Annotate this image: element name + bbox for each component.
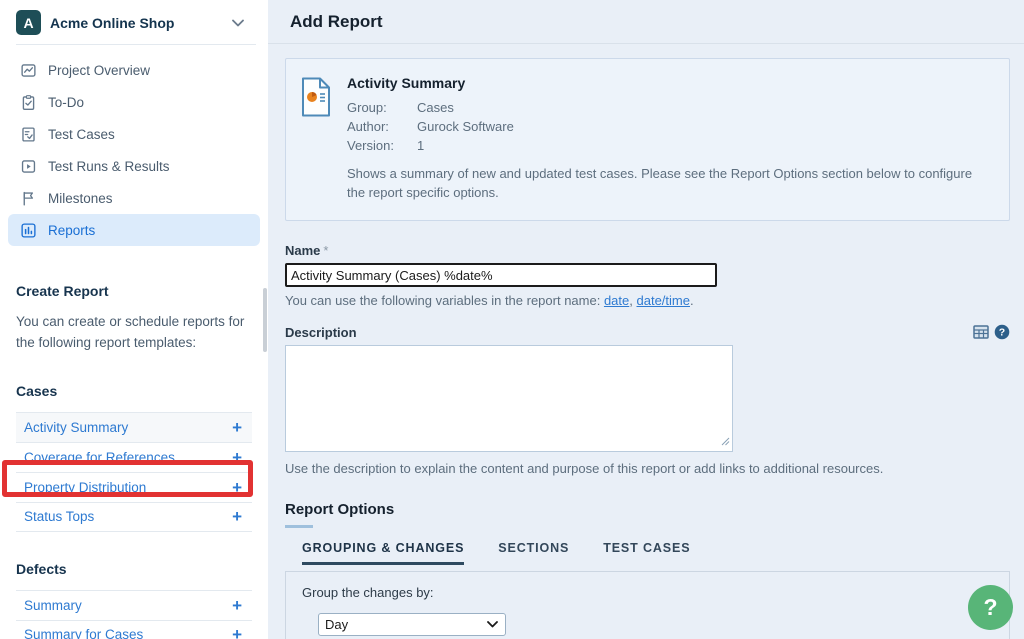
sidebar-item-label: To-Do bbox=[48, 95, 84, 110]
sidebar-item-project-overview[interactable]: Project Overview bbox=[8, 54, 260, 86]
template-link-summary-for-cases[interactable]: Summary for Cases bbox=[24, 627, 143, 639]
project-overview-icon bbox=[20, 62, 37, 79]
template-row[interactable]: Summary + bbox=[16, 590, 252, 620]
sidebar-item-label: Milestones bbox=[48, 191, 113, 206]
report-template-icon bbox=[300, 75, 332, 202]
name-field-block: Name* You can use the following variable… bbox=[285, 243, 1010, 308]
project-logo: A bbox=[16, 10, 41, 35]
template-row[interactable]: Property Distribution + bbox=[16, 472, 252, 502]
sidebar-item-milestones[interactable]: Milestones bbox=[8, 182, 260, 214]
sidebar-item-label: Test Cases bbox=[48, 127, 115, 142]
template-link-activity-summary[interactable]: Activity Summary bbox=[24, 420, 128, 435]
project-switcher[interactable]: A Acme Online Shop bbox=[0, 0, 268, 44]
add-report-plus-icon[interactable]: + bbox=[232, 449, 242, 466]
report-options-heading: Report Options bbox=[285, 501, 1010, 518]
add-report-plus-icon[interactable]: + bbox=[232, 508, 242, 525]
template-row[interactable]: Summary for Cases + bbox=[16, 620, 252, 639]
divider bbox=[16, 44, 256, 45]
variable-link-datetime[interactable]: date/time bbox=[637, 293, 690, 308]
table-icon[interactable] bbox=[973, 324, 989, 340]
sidebar-item-label: Test Runs & Results bbox=[48, 159, 170, 174]
template-meta: Group: Cases Author: Gurock Software Ver… bbox=[347, 98, 993, 155]
name-label: Name bbox=[285, 243, 320, 258]
template-info-box: Activity Summary Group: Cases Author: Gu… bbox=[285, 58, 1010, 221]
main-area: Add Report Activity Summary bbox=[268, 0, 1024, 639]
template-link-status-tops[interactable]: Status Tops bbox=[24, 509, 94, 524]
tab-sections[interactable]: SECTIONS bbox=[498, 541, 569, 565]
add-report-plus-icon[interactable]: + bbox=[232, 597, 242, 614]
template-row[interactable]: Activity Summary + bbox=[16, 412, 252, 442]
group-by-select[interactable]: Day bbox=[318, 613, 506, 636]
sidebar-item-test-cases[interactable]: Test Cases bbox=[8, 118, 260, 150]
template-description: Shows a summary of new and updated test … bbox=[347, 164, 993, 202]
template-link-coverage-for-references[interactable]: Coverage for References bbox=[24, 450, 175, 465]
template-title: Activity Summary bbox=[347, 75, 993, 91]
main-content: Activity Summary Group: Cases Author: Gu… bbox=[268, 44, 1024, 639]
meta-value-group: Cases bbox=[417, 98, 454, 117]
sidebar-nav: Project Overview To-Do Test Cases Test R… bbox=[0, 54, 268, 246]
create-report-heading: Create Report bbox=[16, 283, 252, 299]
template-link-property-distribution[interactable]: Property Distribution bbox=[24, 480, 146, 495]
required-asterisk: * bbox=[323, 243, 328, 258]
milestones-icon bbox=[20, 190, 37, 207]
tab-grouping-changes[interactable]: GROUPING & CHANGES bbox=[302, 541, 464, 565]
chevron-down-icon bbox=[232, 15, 244, 30]
reports-icon bbox=[20, 222, 37, 239]
page-header: Add Report bbox=[268, 0, 1024, 44]
name-hint-separator: , bbox=[629, 293, 636, 308]
description-toolbar: ? bbox=[973, 324, 1010, 340]
template-row[interactable]: Status Tops + bbox=[16, 502, 252, 532]
project-name: Acme Online Shop bbox=[50, 15, 232, 31]
sidebar-item-test-runs[interactable]: Test Runs & Results bbox=[8, 150, 260, 182]
sidebar-item-label: Project Overview bbox=[48, 63, 150, 78]
meta-label-author: Author: bbox=[347, 117, 417, 136]
tab-test-cases[interactable]: TEST CASES bbox=[603, 541, 690, 565]
grouping-changes-panel: Group the changes by: Day Include the fo… bbox=[285, 571, 1010, 639]
name-hint-suffix: . bbox=[690, 293, 694, 308]
template-link-summary[interactable]: Summary bbox=[24, 598, 82, 613]
add-report-plus-icon[interactable]: + bbox=[232, 419, 242, 436]
description-hint: Use the description to explain the conte… bbox=[285, 461, 1010, 476]
test-cases-icon bbox=[20, 126, 37, 143]
meta-label-group: Group: bbox=[347, 98, 417, 117]
test-runs-icon bbox=[20, 158, 37, 175]
report-name-input[interactable] bbox=[285, 263, 717, 287]
name-hint: You can use the following variables in t… bbox=[285, 293, 1010, 308]
group-heading-defects: Defects bbox=[16, 561, 252, 577]
svg-text:?: ? bbox=[999, 327, 1005, 339]
description-label: Description bbox=[285, 325, 357, 340]
template-list-cases: Activity Summary + Coverage for Referenc… bbox=[16, 412, 252, 532]
add-report-plus-icon[interactable]: + bbox=[232, 479, 242, 496]
add-report-plus-icon[interactable]: + bbox=[232, 626, 242, 639]
group-by-selected-value: Day bbox=[325, 617, 348, 632]
meta-value-author: Gurock Software bbox=[417, 117, 514, 136]
template-list-defects: Summary + Summary for Cases + bbox=[16, 590, 252, 639]
template-row[interactable]: Coverage for References + bbox=[16, 442, 252, 472]
name-hint-prefix: You can use the following variables in t… bbox=[285, 293, 604, 308]
chevron-down-icon bbox=[487, 621, 498, 628]
group-by-label: Group the changes by: bbox=[302, 585, 993, 600]
todo-icon bbox=[20, 94, 37, 111]
meta-label-version: Version: bbox=[347, 136, 417, 155]
variable-link-date[interactable]: date bbox=[604, 293, 629, 308]
sidebar-item-reports[interactable]: Reports bbox=[8, 214, 260, 246]
group-heading-cases: Cases bbox=[16, 383, 252, 399]
heading-accent-bar bbox=[285, 525, 313, 528]
sidebar-scrollbar-thumb[interactable] bbox=[263, 288, 267, 352]
page-title: Add Report bbox=[290, 12, 383, 32]
report-description-textarea[interactable] bbox=[285, 345, 733, 452]
sidebar-item-label: Reports bbox=[48, 223, 95, 238]
sidebar: A Acme Online Shop Project Overview To-D… bbox=[0, 0, 268, 639]
meta-value-version: 1 bbox=[417, 136, 424, 155]
help-fab-button[interactable]: ? bbox=[968, 585, 1013, 630]
sidebar-item-todo[interactable]: To-Do bbox=[8, 86, 260, 118]
create-report-description: You can create or schedule reports for t… bbox=[16, 312, 254, 354]
help-circle-icon[interactable]: ? bbox=[994, 324, 1010, 340]
report-options-tabs: GROUPING & CHANGES SECTIONS TEST CASES bbox=[285, 541, 1010, 565]
description-field-block: Description ? Use the description to exp… bbox=[285, 324, 1010, 476]
